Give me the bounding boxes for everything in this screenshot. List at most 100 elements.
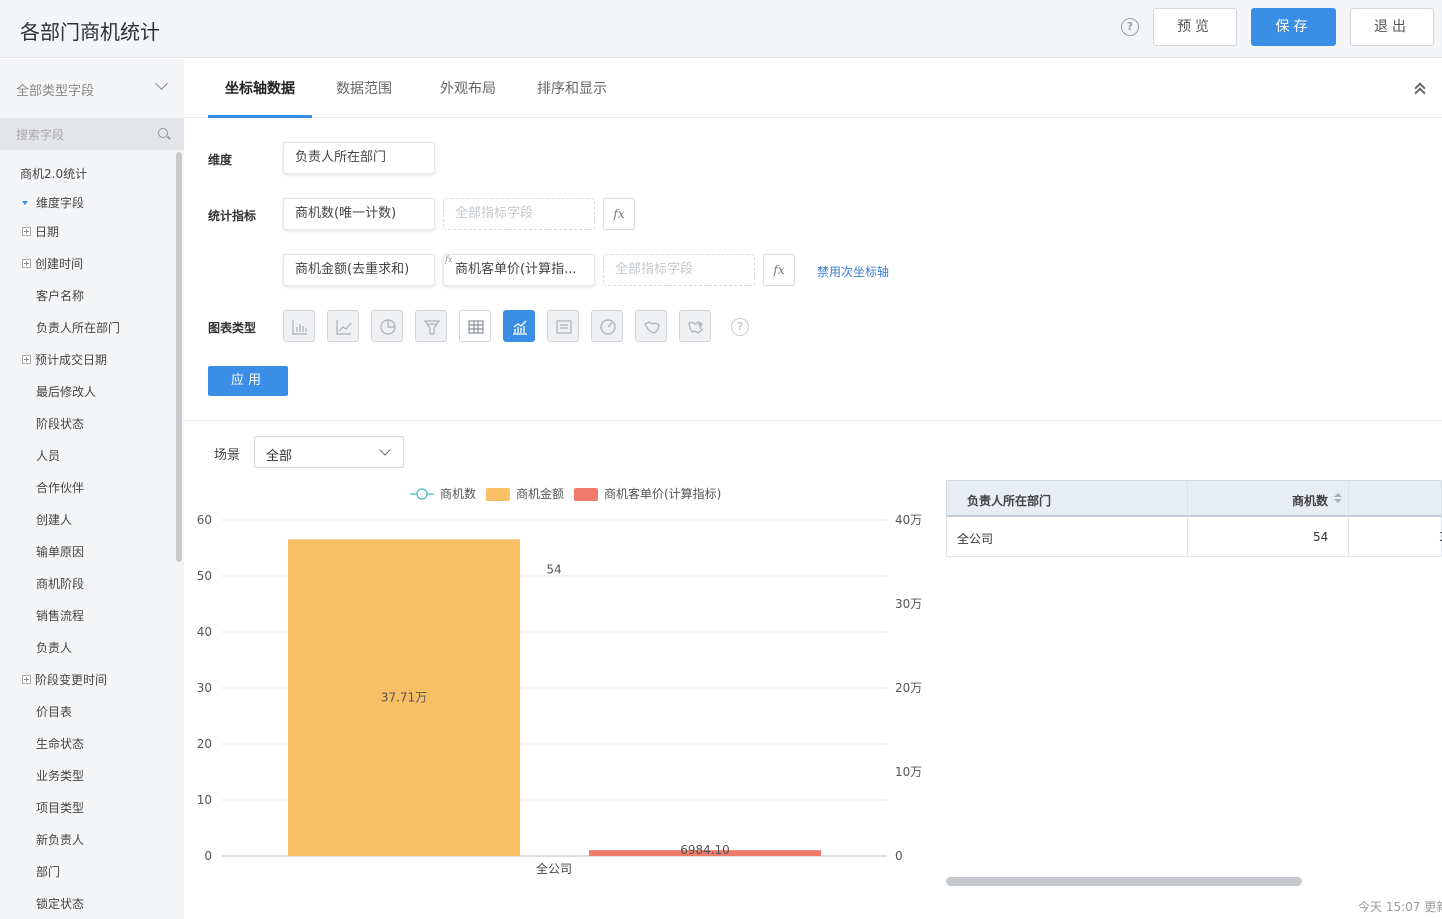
tree-item-label: 负责人所在部门 bbox=[36, 321, 121, 335]
tree-item[interactable]: 客户名称 bbox=[36, 287, 84, 307]
metric-field-3[interactable]: 商机客单价(计算指... bbox=[443, 254, 595, 286]
legend-label: 商机客单价(计算指标) bbox=[604, 486, 721, 501]
chart-type-help-icon[interactable]: ? bbox=[731, 318, 749, 336]
tree-item[interactable]: 合作伙伴 bbox=[36, 479, 84, 499]
line-chart-icon[interactable] bbox=[327, 310, 359, 342]
y-left-tick-label: 0 bbox=[204, 849, 212, 863]
tree-item-label: 阶段变更时间 bbox=[35, 673, 108, 687]
tree-item[interactable]: 商机阶段 bbox=[36, 575, 84, 595]
tree-item[interactable]: 部门 bbox=[36, 863, 60, 883]
tree-item-label: 业务类型 bbox=[36, 769, 85, 783]
bar-chart-icon[interactable] bbox=[283, 310, 315, 342]
tree-item-label: 阶段状态 bbox=[36, 417, 85, 431]
tree-item[interactable]: 最后修改人 bbox=[36, 383, 96, 403]
combo-chart: 0 10 20 30 40 50 60 0 10万 20万 30万 40万 37.71万 6984.10 5… bbox=[197, 486, 923, 876]
tree-item[interactable]: 创建时间 bbox=[22, 255, 83, 275]
pie-chart-icon[interactable] bbox=[371, 310, 403, 342]
expand-plus-icon[interactable] bbox=[22, 675, 31, 684]
dimension-field[interactable]: 负责人所在部门 bbox=[283, 142, 435, 174]
tree-item[interactable]: 锁定状态 bbox=[36, 895, 84, 915]
y-right-tick-label: 40万 bbox=[895, 513, 922, 527]
metric-label: 统计指标 bbox=[208, 209, 257, 223]
table-horizontal-scrollbar[interactable] bbox=[946, 877, 1302, 886]
tab-axis-data[interactable]: 坐标轴数据 bbox=[225, 78, 295, 98]
combo-chart-icon[interactable] bbox=[503, 310, 535, 342]
config-tabs: 坐标轴数据 数据范围 外观布局 排序和显示 bbox=[184, 59, 1442, 118]
tree-item[interactable]: 阶段变更时间 bbox=[22, 671, 107, 691]
sort-icon[interactable] bbox=[1334, 493, 1342, 505]
field-type-select[interactable]: 全部类型字段 bbox=[0, 59, 184, 117]
collapse-icon[interactable] bbox=[1414, 81, 1426, 99]
world-map-chart-icon[interactable] bbox=[679, 310, 711, 342]
tree-item[interactable]: 商机2.0统计 bbox=[20, 165, 87, 185]
tree-item[interactable]: 日期 bbox=[22, 223, 59, 243]
tree-item[interactable]: 创建人 bbox=[36, 511, 72, 531]
y-left-tick-label: 10 bbox=[197, 793, 212, 807]
field-sidebar: 全部类型字段 搜索字段 商机2.0统计 维度字段日期创建时间客户名称负责人所在部门… bbox=[0, 59, 184, 919]
tree-item[interactable]: 价目表 bbox=[36, 703, 72, 723]
fx-button-1[interactable]: fx bbox=[603, 198, 635, 230]
field-type-select-value: 全部类型字段 bbox=[16, 84, 95, 99]
column-header-count[interactable]: 商机数 bbox=[1292, 492, 1328, 509]
table-chart-icon[interactable] bbox=[459, 310, 491, 342]
expand-plus-icon[interactable] bbox=[22, 227, 31, 236]
table-row[interactable]: 全公司 54 3 bbox=[946, 517, 1442, 557]
tree-item[interactable]: 维度字段 bbox=[22, 194, 84, 214]
tree-item-label: 最后修改人 bbox=[36, 385, 97, 399]
tree-item-label: 生命状态 bbox=[36, 737, 85, 751]
tree-item-label: 人员 bbox=[36, 449, 61, 463]
metric-placeholder-1[interactable]: 全部指标字段 bbox=[443, 198, 595, 230]
dimension-label: 维度 bbox=[208, 153, 233, 167]
tree-item[interactable]: 输单原因 bbox=[36, 543, 84, 563]
tree-item[interactable]: 负责人所在部门 bbox=[36, 319, 120, 339]
scene-select[interactable]: 全部 bbox=[254, 436, 404, 468]
tree-item[interactable]: 预计成交日期 bbox=[22, 351, 107, 371]
preview-button[interactable]: 预览 bbox=[1153, 8, 1237, 46]
tree-item-label: 商机阶段 bbox=[36, 577, 85, 591]
column-header-department[interactable]: 负责人所在部门 bbox=[967, 492, 1051, 509]
map-chart-icon[interactable] bbox=[635, 310, 667, 342]
apply-button[interactable]: 应用 bbox=[208, 366, 288, 396]
search-icon[interactable] bbox=[158, 128, 168, 138]
exit-button[interactable]: 退出 bbox=[1350, 8, 1434, 46]
cell-department: 全公司 bbox=[957, 532, 994, 546]
scene-select-value: 全部 bbox=[266, 449, 293, 464]
tree-item[interactable]: 人员 bbox=[36, 447, 60, 467]
tree-item[interactable]: 生命状态 bbox=[36, 735, 84, 755]
tree-item-label: 合作伙伴 bbox=[36, 481, 85, 495]
gauge-chart-icon[interactable] bbox=[591, 310, 623, 342]
legend-swatch bbox=[486, 488, 510, 501]
tree-item[interactable]: 阶段状态 bbox=[36, 415, 84, 435]
fx-button-2[interactable]: fx bbox=[763, 254, 795, 286]
tree-item-label: 项目类型 bbox=[36, 801, 85, 815]
field-search[interactable]: 搜索字段 bbox=[0, 118, 184, 150]
expand-plus-icon[interactable] bbox=[22, 259, 31, 268]
expand-plus-icon[interactable] bbox=[22, 355, 31, 364]
chevron-down-icon bbox=[155, 77, 168, 90]
disable-secondary-axis-link[interactable]: 禁用次坐标轴 bbox=[817, 263, 889, 280]
tab-data-range[interactable]: 数据范围 bbox=[336, 78, 392, 98]
field-search-input[interactable]: 搜索字段 bbox=[16, 126, 64, 143]
sidebar-scrollbar[interactable] bbox=[176, 152, 182, 562]
metric-field-2[interactable]: 商机金额(去重求和) bbox=[283, 254, 435, 286]
funnel-chart-icon[interactable] bbox=[415, 310, 447, 342]
y-right-tick-label: 20万 bbox=[895, 681, 922, 695]
save-button[interactable]: 保存 bbox=[1251, 8, 1336, 46]
tree-item[interactable]: 业务类型 bbox=[36, 767, 84, 787]
tree-item[interactable]: 销售流程 bbox=[36, 607, 84, 627]
tree-item[interactable]: 新负责人 bbox=[36, 831, 84, 851]
tree-item-label: 锁定状态 bbox=[36, 897, 85, 911]
tree-item[interactable]: 项目类型 bbox=[36, 799, 84, 819]
metric-field-1[interactable]: 商机数(唯一计数) bbox=[283, 198, 435, 230]
tab-appearance[interactable]: 外观布局 bbox=[440, 78, 496, 98]
help-icon[interactable]: ? bbox=[1121, 18, 1139, 36]
chevron-down-icon bbox=[379, 444, 391, 456]
tab-sort-display[interactable]: 排序和显示 bbox=[537, 78, 607, 98]
y-right-tick-label: 0 bbox=[895, 849, 903, 863]
tree-item-label: 销售流程 bbox=[36, 609, 85, 623]
card-chart-icon[interactable] bbox=[547, 310, 579, 342]
legend-label: 商机数 bbox=[440, 486, 476, 501]
metric-placeholder-2[interactable]: 全部指标字段 bbox=[603, 254, 755, 286]
tree-item[interactable]: 负责人 bbox=[36, 639, 72, 659]
caret-down-icon[interactable] bbox=[22, 201, 28, 205]
